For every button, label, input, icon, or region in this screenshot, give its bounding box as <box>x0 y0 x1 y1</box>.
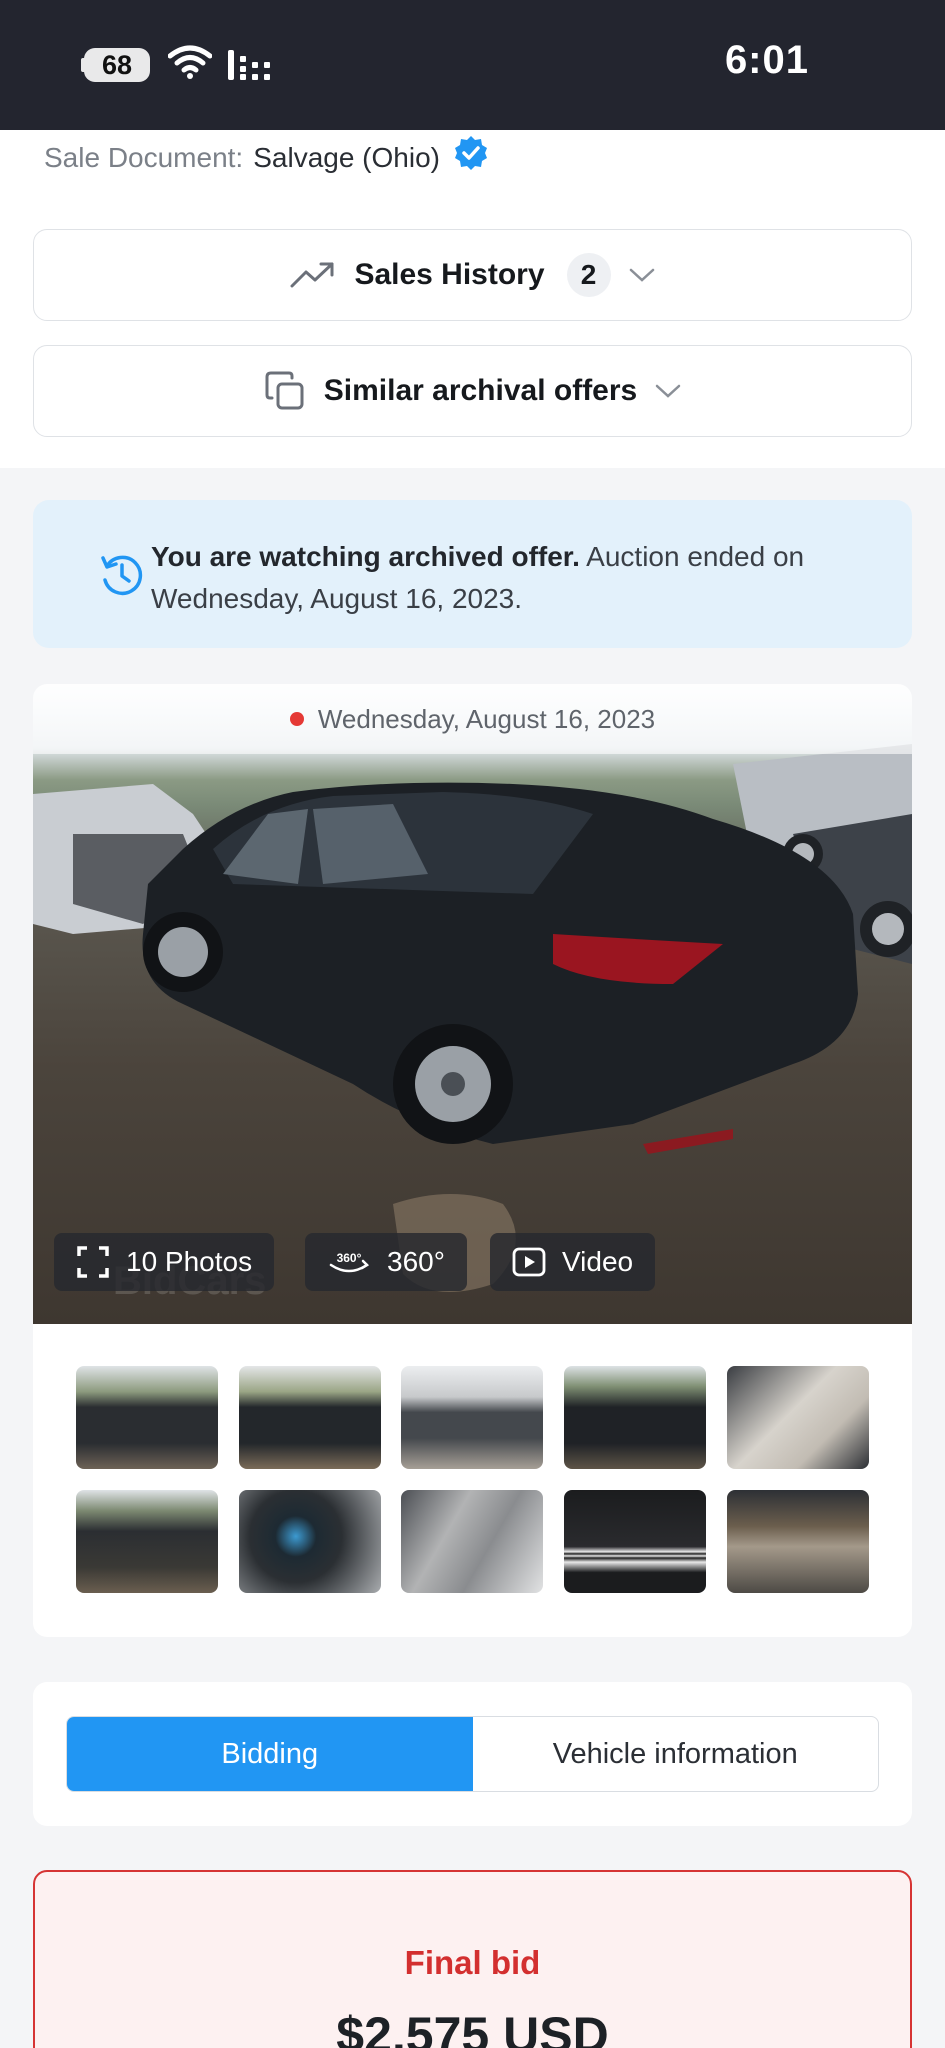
detail-tabs: Bidding Vehicle information <box>66 1716 879 1792</box>
thumbnail[interactable] <box>564 1366 706 1469</box>
wifi-icon <box>167 44 213 85</box>
sales-history-label: Sales History <box>354 258 545 291</box>
rotate-360-icon: 360° <box>327 1247 371 1277</box>
chevron-down-icon <box>655 383 681 399</box>
chevron-down-icon <box>629 267 655 283</box>
photos-label: 10 Photos <box>126 1246 253 1277</box>
verified-badge-icon <box>452 134 490 179</box>
thumbnail[interactable] <box>401 1490 543 1593</box>
thumbnail[interactable] <box>76 1366 218 1469</box>
video-button[interactable]: Video <box>490 1233 656 1291</box>
photo-date: Wednesday, August 16, 2023 <box>317 704 656 734</box>
thumbnail[interactable] <box>239 1490 381 1593</box>
final-bid-label: Final bid <box>404 1944 541 1981</box>
final-bid-amount: $2,575 USD <box>336 2007 609 2048</box>
thumbnail[interactable] <box>76 1490 218 1593</box>
main-vehicle-photo[interactable]: BidCars Wednesday, August 16, 2023 10 Ph… <box>33 684 912 1324</box>
photos-button[interactable]: 10 Photos <box>54 1233 275 1291</box>
thumbnail[interactable] <box>564 1490 706 1593</box>
trending-up-icon <box>290 260 336 290</box>
photo-gallery: BidCars Wednesday, August 16, 2023 10 Ph… <box>33 684 912 1637</box>
archived-offer-notice: You are watching archived offer. Auction… <box>33 500 912 648</box>
fullscreen-icon <box>76 1245 110 1279</box>
view-360-label: 360° <box>387 1246 445 1277</box>
final-bid-card: Final bid $2,575 USD <box>33 1870 912 2048</box>
sale-document-value: Salvage (Ohio) <box>253 141 440 173</box>
sales-history-count: 2 <box>566 253 611 297</box>
sales-history-button[interactable]: Sales History 2 <box>33 229 912 321</box>
thumbnail[interactable] <box>727 1366 869 1469</box>
vehicle-photo-illustration: BidCars <box>33 744 912 1303</box>
play-video-icon <box>512 1247 546 1277</box>
thumbnail[interactable] <box>401 1366 543 1469</box>
tab-bidding[interactable]: Bidding <box>67 1717 473 1791</box>
notice-bold-text: You are watching archived offer. <box>151 541 580 572</box>
battery-indicator: 68 <box>81 48 150 82</box>
detail-tabs-card: Bidding Vehicle information <box>33 1682 912 1826</box>
cellular-signal-icon <box>226 48 276 87</box>
history-icon <box>99 552 145 610</box>
status-time: 6:01 <box>724 38 809 82</box>
sale-document-label: Sale Document: <box>44 141 244 173</box>
similar-offers-label: Similar archival offers <box>323 374 638 407</box>
photo-date-chip: Wednesday, August 16, 2023 <box>33 684 912 754</box>
status-dot <box>289 712 304 727</box>
tab-vehicle-information[interactable]: Vehicle information <box>473 1717 879 1791</box>
video-label: Video <box>562 1246 634 1277</box>
thumbnail[interactable] <box>239 1366 381 1469</box>
thumbnail[interactable] <box>727 1490 869 1593</box>
status-bar: 68 6:01 <box>0 0 945 130</box>
view-360-button[interactable]: 360° 360° <box>305 1233 467 1291</box>
copy-icon <box>264 370 306 412</box>
similar-offers-button[interactable]: Similar archival offers <box>33 345 912 437</box>
rotate-360-icon-text: 360° <box>337 1251 362 1265</box>
history-section: Sales History 2 Similar archival offers <box>0 200 945 468</box>
